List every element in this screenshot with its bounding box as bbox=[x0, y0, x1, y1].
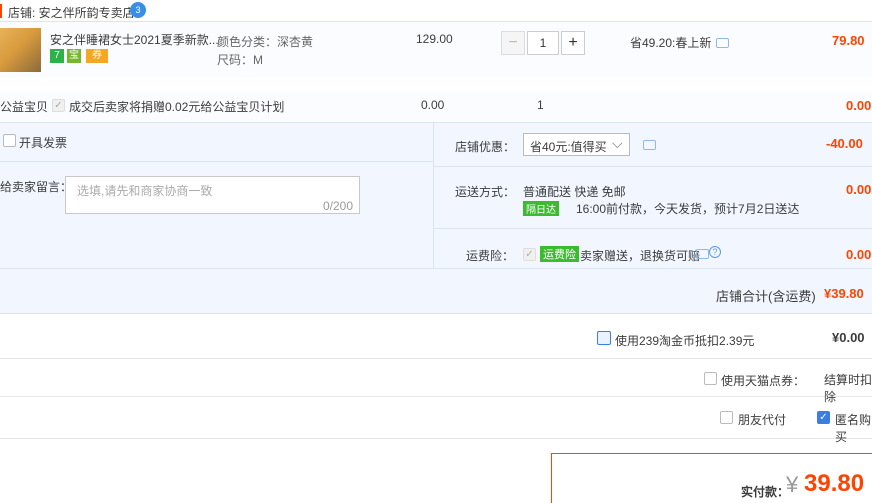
insurance-label: 运费险： bbox=[466, 249, 515, 263]
store-name[interactable]: 店铺: 安之伴所韵专卖店 bbox=[8, 4, 135, 21]
discount-selected: 省40元:值得买 bbox=[530, 140, 607, 154]
left-divider bbox=[0, 161, 433, 162]
product-thumbnail[interactable] bbox=[0, 28, 41, 72]
pay-amount: 39.80 bbox=[804, 470, 865, 497]
qty-decrease-button[interactable]: − bbox=[501, 31, 525, 55]
divider-friend bbox=[0, 438, 872, 439]
store-badge-icon[interactable]: 3 bbox=[130, 2, 146, 18]
charity-row: 公益宝贝 ✓ 成交后卖家将捐赠0.02元给公益宝贝计划 0.00 1 0.00 bbox=[0, 92, 872, 120]
chevron-down-icon: ⌵ bbox=[612, 135, 623, 151]
help-icon[interactable]: ? bbox=[709, 246, 721, 258]
invoice-checkbox[interactable] bbox=[3, 134, 16, 147]
chat-icon[interactable] bbox=[716, 38, 729, 48]
cart-item-row: 安之伴睡裙女士2021夏季新款... 7 宝 券 颜色分类：深杏黄 尺码：M 1… bbox=[0, 22, 872, 78]
discount-info-icon[interactable] bbox=[643, 140, 656, 150]
insurance-text: 卖家赠送，退换货可赔 bbox=[580, 249, 701, 263]
discount-amount: -40.00 bbox=[826, 136, 863, 151]
unit-price: 129.00 bbox=[416, 32, 453, 46]
store-total-label: 店铺合计(含运费) bbox=[716, 289, 816, 304]
friend-pay-text: 朋友代付 bbox=[738, 413, 787, 427]
divider-coins bbox=[0, 358, 872, 359]
right-divider-1 bbox=[434, 166, 872, 167]
insurance-amount: 0.00 bbox=[846, 247, 872, 262]
store-header: 店铺: 安之伴所韵专卖店 3 bbox=[0, 0, 872, 22]
invoice-label[interactable]: 开具发票 bbox=[19, 134, 67, 151]
coins-checkbox[interactable] bbox=[597, 331, 611, 345]
message-counter: 0/200 bbox=[322, 199, 353, 213]
shipping-label: 运送方式： bbox=[455, 185, 516, 199]
right-divider-2 bbox=[434, 228, 872, 229]
product-title[interactable]: 安之伴睡裙女士2021夏季新款... bbox=[50, 31, 219, 48]
charity-label: 公益宝贝 bbox=[0, 100, 49, 114]
pay-currency: ¥ bbox=[786, 472, 799, 497]
sku-size: 尺码：M bbox=[217, 53, 263, 67]
discount-label: 店铺优惠： bbox=[455, 140, 516, 154]
insurance-checkbox[interactable]: ✓ bbox=[523, 248, 536, 261]
panel-bottom-divider bbox=[0, 268, 872, 269]
pay-label: 实付款： bbox=[741, 485, 790, 499]
message-label: 给卖家留言： bbox=[0, 180, 73, 194]
tmall-coupon-text: 使用天猫点券： bbox=[721, 374, 806, 388]
qty-increase-button[interactable]: + bbox=[561, 31, 585, 55]
insurance-chat-icon[interactable] bbox=[696, 249, 709, 259]
sku-color: 颜色分类：深杏黄 bbox=[217, 35, 314, 49]
shipping-amount: 0.00 bbox=[846, 182, 872, 197]
anonymous-checkbox[interactable]: ✓ bbox=[817, 411, 830, 424]
panel-divider bbox=[433, 122, 434, 268]
divider-coupon bbox=[0, 396, 872, 397]
store-marker bbox=[0, 4, 2, 18]
charity-qty: 1 bbox=[537, 98, 544, 112]
charity-checkbox[interactable]: ✓ bbox=[52, 99, 65, 112]
shipping-method: 普通配送 快递 免邮 bbox=[523, 185, 626, 199]
coins-text: 使用239淘金币抵扣2.39元 bbox=[615, 334, 755, 348]
charity-price: 0.00 bbox=[421, 98, 445, 112]
message-placeholder: 选填,请先和商家协商一致 bbox=[77, 184, 213, 198]
friend-pay-checkbox[interactable] bbox=[720, 411, 733, 424]
coins-amount: ¥0.00 bbox=[832, 330, 865, 345]
store-total-amount: ¥39.80 bbox=[824, 286, 864, 301]
guarantee-icon: 宝 bbox=[67, 49, 81, 63]
anonymous-text: 匿名购买 bbox=[835, 413, 872, 444]
actual-payment-box: 实付款： ¥ 39.80 bbox=[551, 453, 872, 503]
charity-text: 成交后卖家将捐赠0.02元给公益宝贝计划 bbox=[69, 100, 285, 114]
seven-day-return-icon: 7 bbox=[50, 49, 64, 63]
discount-select[interactable]: 省40元:值得买 ⌵ bbox=[523, 133, 630, 156]
insurance-tag: 运费险 bbox=[540, 246, 579, 262]
seller-message-input[interactable]: 选填,请先和商家协商一致 0/200 bbox=[65, 176, 360, 214]
shipping-note: 16:00前付款，今天发货，预计7月2日送达 bbox=[576, 202, 800, 216]
tmall-coupon-note: 结算时扣除 bbox=[824, 373, 872, 404]
next-day-tag: 隔日达 bbox=[523, 201, 559, 216]
item-subtotal: 79.80 bbox=[832, 33, 865, 48]
coupon-card-icon: 券 bbox=[86, 49, 108, 63]
tmall-coupon-checkbox[interactable] bbox=[704, 372, 717, 385]
qty-input[interactable]: 1 bbox=[527, 31, 559, 55]
charity-subtotal: 0.00 bbox=[846, 98, 872, 113]
saving-note: 省49.20:春上新 bbox=[630, 36, 712, 50]
